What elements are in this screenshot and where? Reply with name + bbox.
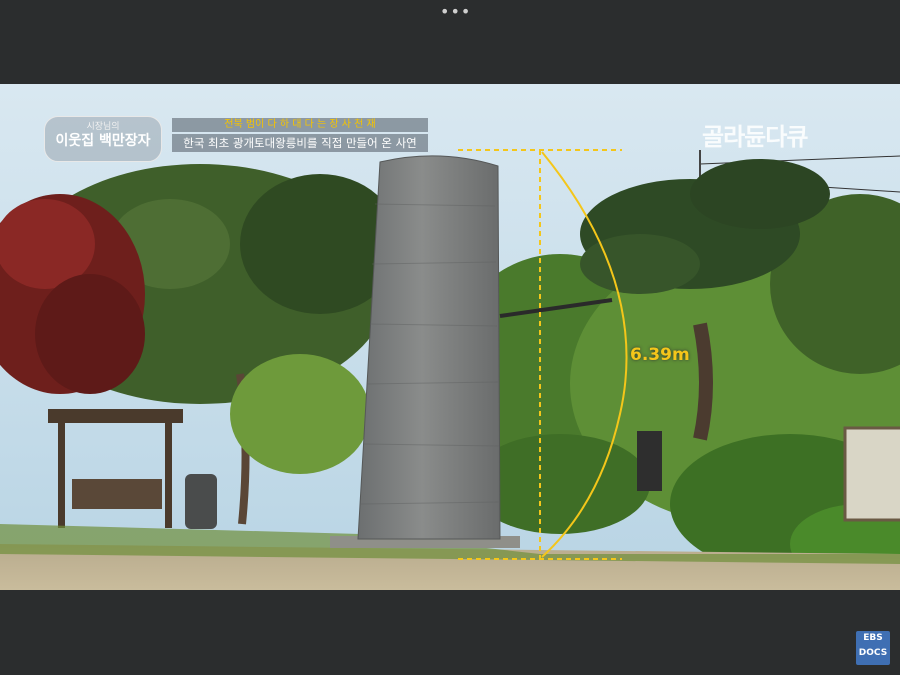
badge-top-text: 시장님의 <box>86 122 120 132</box>
ebs-docs-watermark: EBS DOCS <box>856 631 890 665</box>
badge-title: 이웃집 백만장자 <box>55 133 151 149</box>
subtitle-line-2: 한국 최초 광개토대왕릉비를 직접 만들어 온 사연 <box>172 134 428 152</box>
watermark-line-2: DOCS <box>858 648 888 658</box>
subtitle-line-1: 전북 범이 다 하 대 다 는 장 사 천 재 <box>172 118 428 132</box>
height-label: 6.39m <box>630 345 690 365</box>
more-options-icon[interactable]: ••• <box>440 2 471 21</box>
top-bar: ••• <box>0 0 900 84</box>
watermark-line-1: EBS <box>863 633 883 643</box>
bottom-bar <box>0 590 900 675</box>
program-badge: 시장님의 이웃집 백만장자 <box>44 116 162 162</box>
channel-logo: 골라듄다큐 <box>702 123 808 151</box>
